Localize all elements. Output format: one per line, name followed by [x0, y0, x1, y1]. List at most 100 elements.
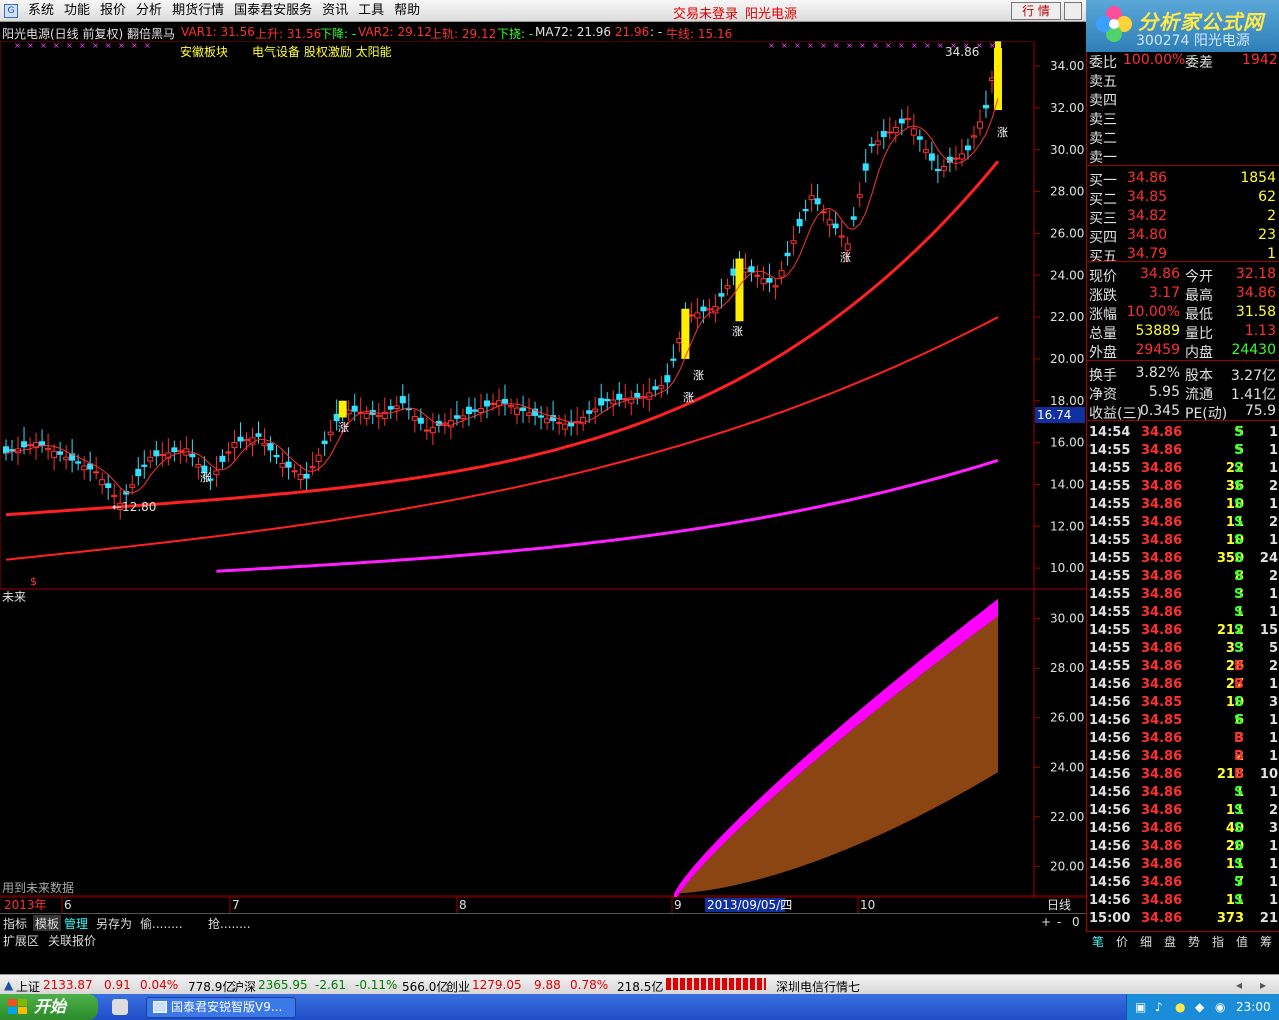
- sector-board[interactable]: 安徽板块: [180, 44, 228, 59]
- tick-row[interactable]: 14:55 34.86 8 S 2: [1087, 568, 1279, 586]
- buy-level-volume: 1854: [1240, 170, 1276, 186]
- tick-row[interactable]: 14:56 34.86 11 S 1: [1087, 892, 1279, 910]
- tray-chat-icon[interactable]: ◉: [1215, 1000, 1225, 1014]
- tick-row[interactable]: 14:56 34.86 27 B 1: [1087, 676, 1279, 694]
- tick-price: 34.86: [1141, 497, 1183, 512]
- tick-row[interactable]: 14:54 34.86 5 S 1: [1087, 424, 1279, 442]
- tick-row[interactable]: 14:56 34.86 11 S 1: [1087, 856, 1279, 874]
- menu-tools[interactable]: 工具: [356, 3, 392, 19]
- down-value: 下降: -: [320, 27, 357, 41]
- tick-count: 1: [1268, 785, 1278, 800]
- candle-body: [219, 455, 226, 462]
- tick-row[interactable]: 14:56 34.86 11 S 2: [1087, 802, 1279, 820]
- tab-detail[interactable]: 细: [1140, 933, 1152, 950]
- period-label[interactable]: 日线: [1047, 898, 1071, 912]
- tick-row[interactable]: 14:56 34.86 2 B 1: [1087, 748, 1279, 766]
- cy-pct: 0.78%: [570, 978, 609, 992]
- tab-grab[interactable]: 抢........: [208, 915, 251, 932]
- tick-row[interactable]: 14:55 34.86 33 S 5: [1087, 640, 1279, 658]
- tick-price: 34.86: [1141, 605, 1183, 620]
- tick-count: 2: [1268, 659, 1278, 674]
- trade-login-status[interactable]: 交易未登录: [673, 3, 738, 22]
- tray-shield-icon[interactable]: ◆: [1195, 1000, 1204, 1014]
- tab-trend[interactable]: 势: [1188, 933, 1200, 950]
- zoom-reset-button[interactable]: 0: [1072, 915, 1080, 929]
- tick-row[interactable]: 14:55 34.86 10 S 1: [1087, 496, 1279, 514]
- sh-label[interactable]: 上证: [16, 978, 40, 995]
- tab-manage[interactable]: 管理: [64, 915, 88, 932]
- tick-row[interactable]: 15:00 34.86 373 21: [1087, 910, 1279, 928]
- clock[interactable]: 23:00: [1236, 1000, 1271, 1014]
- tab-price[interactable]: 价: [1116, 933, 1128, 950]
- scroll-left-icon[interactable]: ◂: [1236, 978, 1242, 992]
- quick-launch-icon[interactable]: [112, 999, 128, 1015]
- tick-row[interactable]: 14:55 34.86 26 B 2: [1087, 658, 1279, 676]
- tab-indicator[interactable]: 指标: [3, 915, 27, 932]
- menu-quote[interactable]: 报价: [98, 3, 134, 19]
- tab-template[interactable]: 模板: [33, 915, 62, 932]
- tick-count: 2: [1268, 803, 1278, 818]
- tick-row[interactable]: 14:55 34.86 11 S 2: [1087, 514, 1279, 532]
- cross-marker: ×: [105, 41, 112, 50]
- tick-row[interactable]: 14:55 34.86 212 S 15: [1087, 622, 1279, 640]
- tab-steal[interactable]: 偷........: [140, 915, 183, 932]
- quote-button[interactable]: 行 情: [1011, 2, 1061, 20]
- candle-body: [796, 218, 803, 227]
- tick-row[interactable]: 14:56 34.86 1 S 1: [1087, 784, 1279, 802]
- tray-app-icon[interactable]: ●: [1175, 1000, 1185, 1014]
- candle-body: [622, 398, 629, 401]
- tick-row[interactable]: 14:56 34.85 6 S 1: [1087, 712, 1279, 730]
- tick-row[interactable]: 14:55 34.86 3 S 1: [1087, 586, 1279, 604]
- taskbar-app-item[interactable]: 国泰君安锐智版V9...: [146, 997, 296, 1018]
- menu-service[interactable]: 国泰君安服务: [232, 3, 320, 19]
- tick-row[interactable]: 14:56 34.85 10 S 3: [1087, 694, 1279, 712]
- data-feed-name[interactable]: 深圳电信行情七: [776, 978, 860, 995]
- tick-row[interactable]: 14:55 34.86 350 S 24: [1087, 550, 1279, 568]
- menu-futures[interactable]: 期货行情: [170, 3, 232, 19]
- future-data-note: 用到未来数据: [2, 880, 74, 895]
- tab-value[interactable]: 值: [1236, 933, 1248, 950]
- menu-analysis[interactable]: 分析: [134, 3, 170, 19]
- candle-body: [514, 407, 521, 415]
- scroll-right-icon[interactable]: ▸: [1260, 978, 1266, 992]
- kline-chart[interactable]: 34.00 32.00 30.00 28.00 26.00 24.00 22.00 20.00…: [0, 32, 1086, 903]
- tab-index[interactable]: 指: [1212, 933, 1224, 950]
- cross-marker: ×: [846, 41, 853, 50]
- menu-news[interactable]: 资讯: [320, 3, 356, 19]
- menu-list: 系统 功能 报价 分析 期货行情 国泰君安服务 资讯 工具 帮助: [26, 3, 428, 19]
- tick-row[interactable]: 14:55 34.86 5 S 1: [1087, 442, 1279, 460]
- tab-book[interactable]: 盘: [1164, 933, 1176, 950]
- tab-trades[interactable]: 笔: [1092, 933, 1104, 950]
- tick-side: S: [1234, 605, 1244, 620]
- tab-related-quote[interactable]: 关联报价: [48, 932, 96, 949]
- tick-row[interactable]: 14:56 34.86 3 B 1: [1087, 730, 1279, 748]
- tick-row[interactable]: 14:56 34.86 7 S 1: [1087, 874, 1279, 892]
- tick-row[interactable]: 14:56 34.86 40 S 3: [1087, 820, 1279, 838]
- tab-chips[interactable]: 筹: [1260, 933, 1272, 950]
- tick-price: 34.86: [1141, 893, 1183, 908]
- tick-row[interactable]: 14:55 34.86 36 S 2: [1087, 478, 1279, 496]
- tray-network-icon[interactable]: ▣: [1135, 1000, 1146, 1014]
- sector-tags[interactable]: 电气设备 股权激励 太阳能: [252, 44, 392, 59]
- tick-row[interactable]: 14:56 34.86 218 B 10: [1087, 766, 1279, 784]
- tick-count: 1: [1268, 605, 1278, 620]
- tab-extension-area[interactable]: 扩展区: [3, 932, 39, 949]
- zoom-out-button[interactable]: -: [1057, 915, 1061, 929]
- tray-volume-icon[interactable]: ♪: [1155, 1000, 1163, 1014]
- tick-row[interactable]: 14:56 34.86 20 S 1: [1087, 838, 1279, 856]
- sell-level-row: 卖五: [1087, 71, 1279, 90]
- close-icon[interactable]: [1064, 2, 1082, 20]
- zoom-in-button[interactable]: +: [1041, 915, 1051, 929]
- tick-row[interactable]: 14:55 34.86 1 S 1: [1087, 604, 1279, 622]
- tick-side: S: [1234, 821, 1244, 836]
- cy-label[interactable]: 创业: [446, 978, 470, 995]
- hs-label[interactable]: 沪深: [232, 978, 256, 995]
- menu-function[interactable]: 功能: [62, 3, 98, 19]
- tick-row[interactable]: 14:55 34.86 10 S 1: [1087, 532, 1279, 550]
- tab-save-as[interactable]: 另存为: [96, 915, 132, 932]
- tick-row[interactable]: 14:55 34.86 22 S 1: [1087, 460, 1279, 478]
- menu-system[interactable]: 系统: [26, 3, 62, 19]
- tick-side: S: [1234, 533, 1244, 548]
- chart-area[interactable]: 34.00 32.00 30.00 28.00 26.00 24.00 22.00 20.00…: [0, 32, 1086, 903]
- menu-help[interactable]: 帮助: [392, 3, 428, 19]
